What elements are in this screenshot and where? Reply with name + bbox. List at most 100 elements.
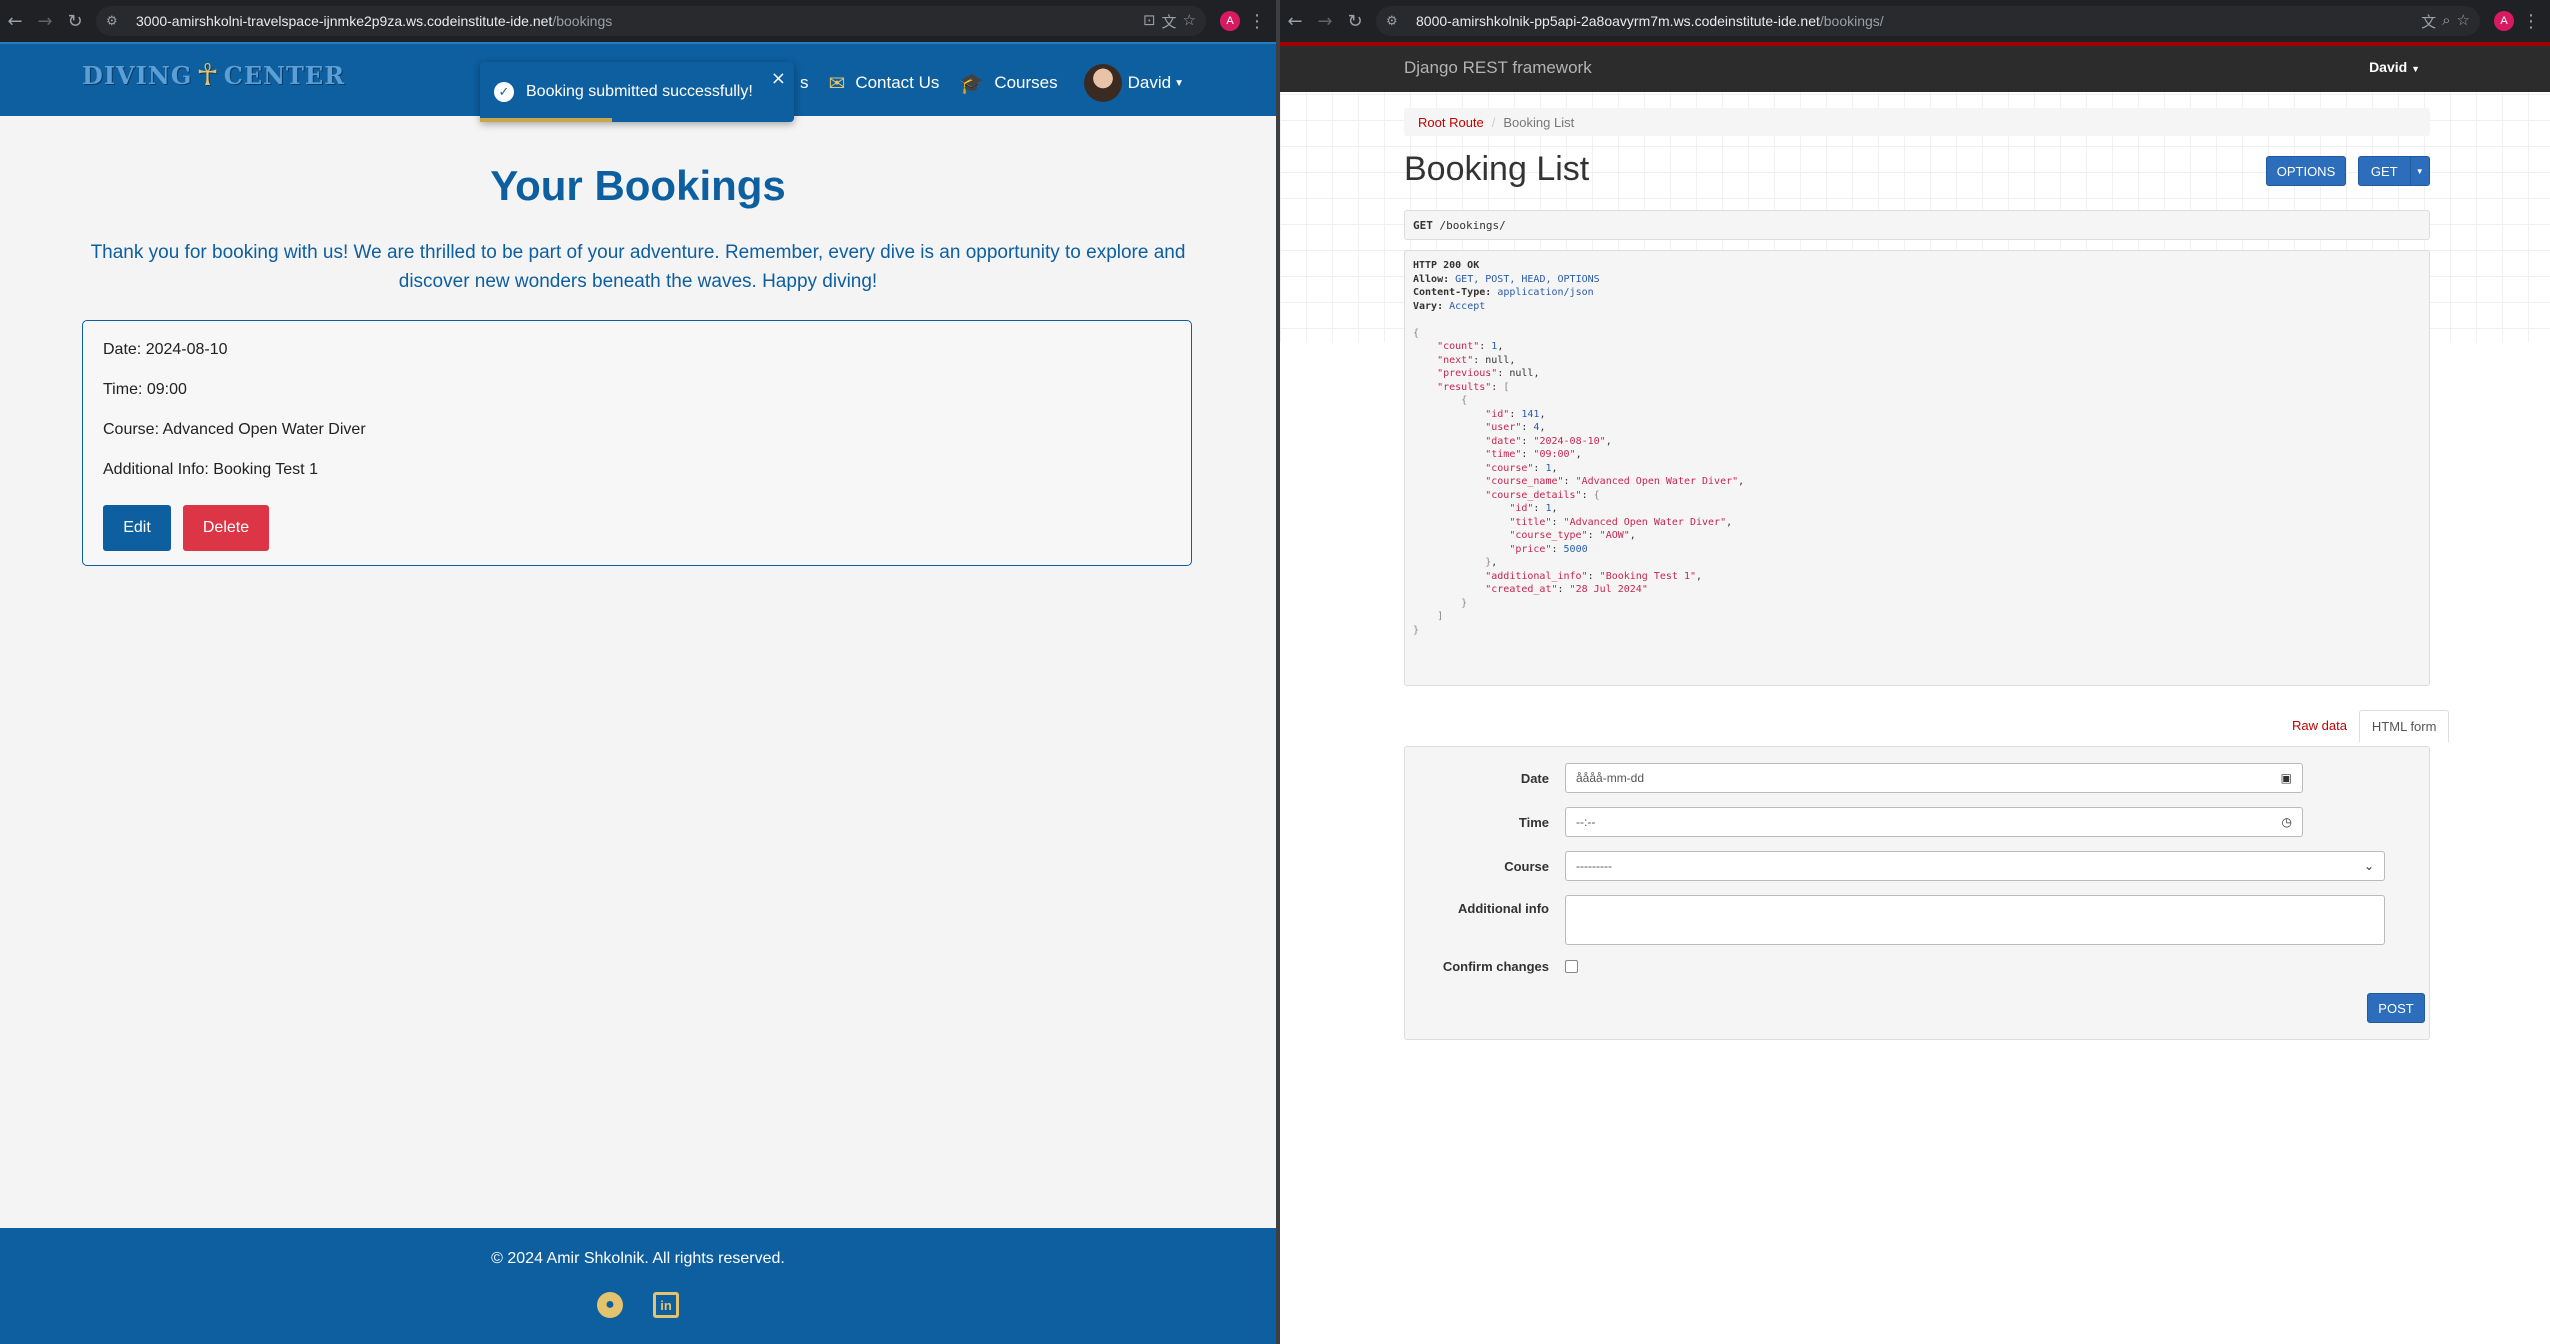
install-app-icon[interactable]: ⊡ — [1143, 11, 1156, 32]
translate-icon[interactable]: 文 — [2421, 11, 2436, 32]
success-toast: ✓ Booking submitted successfully! × — [480, 62, 794, 122]
site-info-icon[interactable]: ⚙ — [1386, 13, 1408, 29]
diver-logo-icon: ☥ — [196, 58, 220, 93]
booking-card: Date: 2024-08-10 Time: 09:00 Course: Adv… — [82, 320, 1192, 566]
get-button-label: GET — [2370, 163, 2398, 179]
nav-link-partial[interactable]: s — [800, 73, 809, 93]
json-created-at: 28 Jul 2024 — [1575, 584, 1642, 595]
left-omnibox-actions: ⊡ 文 ☆ — [1143, 11, 1206, 32]
json-next: null — [1485, 354, 1510, 366]
linkedin-icon[interactable]: in — [653, 1292, 679, 1318]
page-title: Booking List — [1404, 150, 1590, 188]
chevron-down-icon: ⌄ — [2363, 859, 2374, 873]
booking-course: Course: Advanced Open Water Diver — [103, 421, 366, 438]
time-label: Time — [1518, 814, 1549, 830]
diving-center-page: DIVING ☥ CENTER s ✉ Contact Us 🎓 Courses… — [0, 42, 1276, 1344]
breadcrumb: Root Route / Booking List — [1404, 108, 2430, 136]
additional-info-row: Additional info — [1405, 895, 2385, 945]
github-icon[interactable]: ● — [597, 1292, 623, 1318]
logo-text-diving: DIVING — [82, 61, 193, 90]
back-icon[interactable]: ← — [1280, 6, 1310, 36]
profile-avatar-icon[interactable]: A — [2494, 11, 2514, 31]
user-avatar[interactable] — [1083, 64, 1122, 102]
right-address-bar[interactable]: ⚙ 8000-amirshkolnik-pp5api-2a8oavyrm7m.w… — [1376, 6, 2480, 36]
date-row: Date åååå-mm-dd ▣ — [1405, 763, 2303, 793]
page-title: Your Bookings — [490, 162, 786, 209]
post-button[interactable]: POST — [2367, 993, 2425, 1023]
header-value: Accept — [1449, 300, 1486, 312]
bookmark-star-icon[interactable]: ☆ — [1183, 11, 1196, 32]
date-field[interactable]: åååå-mm-dd ▣ — [1565, 763, 2303, 793]
edit-button[interactable]: Edit — [103, 505, 171, 551]
browser-menu-icon[interactable]: ⋮ — [2522, 11, 2550, 32]
translate-icon[interactable]: 文 — [1162, 11, 1177, 32]
delete-button[interactable]: Delete — [183, 505, 269, 551]
breadcrumb-current: Booking List — [1503, 114, 1575, 130]
json-additional-info: Booking Test 1 — [1605, 570, 1690, 582]
nav-link-contact[interactable]: ✉ Contact Us — [829, 71, 940, 95]
request-path: /bookings/ — [1439, 219, 1506, 232]
zoom-icon[interactable]: ⌕ — [2442, 11, 2450, 32]
reload-icon[interactable]: ↻ — [1340, 6, 1370, 36]
site-navbar: DIVING ☥ CENTER s ✉ Contact Us 🎓 Courses… — [0, 42, 1276, 122]
json-id: 141 — [1521, 408, 1540, 420]
drf-brand[interactable]: Django REST framework — [1404, 58, 1592, 78]
close-icon[interactable]: × — [771, 68, 786, 89]
profile-avatar-icon[interactable]: A — [1220, 11, 1240, 31]
user-menu-label[interactable]: David — [1128, 73, 1171, 93]
intro-text: Thank you for booking with us! We are th… — [90, 242, 1186, 292]
course-label: Course — [1504, 858, 1549, 874]
post-form: Date åååå-mm-dd ▣ Time --:-- ◷ Course --… — [1404, 746, 2430, 1040]
confirm-changes-checkbox[interactable] — [1565, 960, 1578, 973]
breadcrumb-root[interactable]: Root Route — [1418, 115, 1484, 130]
confirm-row: Confirm changes — [1405, 959, 1578, 974]
social-links: ● in — [0, 1292, 1276, 1318]
time-field[interactable]: --:-- ◷ — [1565, 807, 2303, 837]
tab-html-form[interactable]: HTML form — [2358, 710, 2450, 742]
header-name: Content-Type: — [1413, 287, 1492, 298]
drf-user-label: David — [2369, 59, 2408, 75]
back-icon[interactable]: ← — [0, 6, 30, 36]
site-logo[interactable]: DIVING ☥ CENTER — [82, 58, 345, 93]
tab-raw-data[interactable]: Raw data — [2280, 710, 2359, 742]
additional-info-textarea[interactable] — [1565, 895, 2385, 945]
reload-icon[interactable]: ↻ — [60, 6, 90, 36]
logo-text-center: CENTER — [223, 61, 346, 90]
left-address-bar[interactable]: ⚙ 3000-amirshkolni-travelspace-ijnmke2p9… — [96, 6, 1206, 36]
additional-info-label: Additional info — [1458, 901, 1549, 916]
booking-date: Date: 2024-08-10 — [103, 341, 228, 358]
site-info-icon[interactable]: ⚙ — [106, 13, 128, 29]
get-button[interactable]: GET ▼ — [2358, 156, 2430, 186]
response-body: HTTP 200 OK Allow: GET, POST, HEAD, OPTI… — [1404, 250, 2430, 686]
course-selected-value: --------- — [1576, 859, 1612, 873]
chevron-down-icon[interactable]: ▼ — [1174, 78, 1184, 89]
right-omnibox-actions: 文 ⌕ ☆ — [2421, 11, 2480, 32]
json-course: 1 — [1545, 462, 1552, 474]
forward-icon[interactable]: → — [30, 6, 60, 36]
confirm-changes-label: Confirm changes — [1442, 959, 1549, 974]
footer-copyright: © 2024 Amir Shkolnik. All rights reserve… — [491, 1250, 785, 1267]
clock-icon[interactable]: ◷ — [2282, 815, 2292, 829]
booking-additional-info: Additional Info: Booking Test 1 — [103, 461, 318, 478]
browser-menu-icon[interactable]: ⋮ — [1248, 11, 1276, 32]
toast-progress-bar — [480, 118, 612, 122]
header-value: application/json — [1497, 287, 1594, 298]
header-name: Allow: — [1413, 273, 1450, 285]
course-select[interactable]: --------- ⌄ — [1565, 851, 2385, 881]
nav-link-courses[interactable]: 🎓 Courses — [959, 71, 1057, 95]
json-count: 1 — [1491, 341, 1498, 352]
right-url: 8000-amirshkolnik-pp5api-2a8oavyrm7m.ws.… — [1416, 13, 1884, 29]
json-course-id: 1 — [1545, 503, 1552, 514]
toast-message: Booking submitted successfully! — [526, 83, 753, 100]
options-button[interactable]: OPTIONS — [2266, 156, 2346, 186]
request-method: GET — [1413, 219, 1433, 232]
date-label: Date — [1520, 770, 1549, 786]
bookmark-star-icon[interactable]: ☆ — [2457, 11, 2470, 32]
chevron-down-icon[interactable]: ▼ — [2409, 157, 2429, 185]
forward-icon[interactable]: → — [1310, 6, 1340, 36]
drf-user-menu[interactable]: David ▼ — [2369, 59, 2420, 75]
header-name: Vary: — [1413, 300, 1444, 312]
left-url: 3000-amirshkolni-travelspace-ijnmke2p9za… — [136, 13, 613, 29]
calendar-icon[interactable]: ▣ — [2281, 771, 2292, 785]
json-time: 09:00 — [1539, 449, 1570, 460]
